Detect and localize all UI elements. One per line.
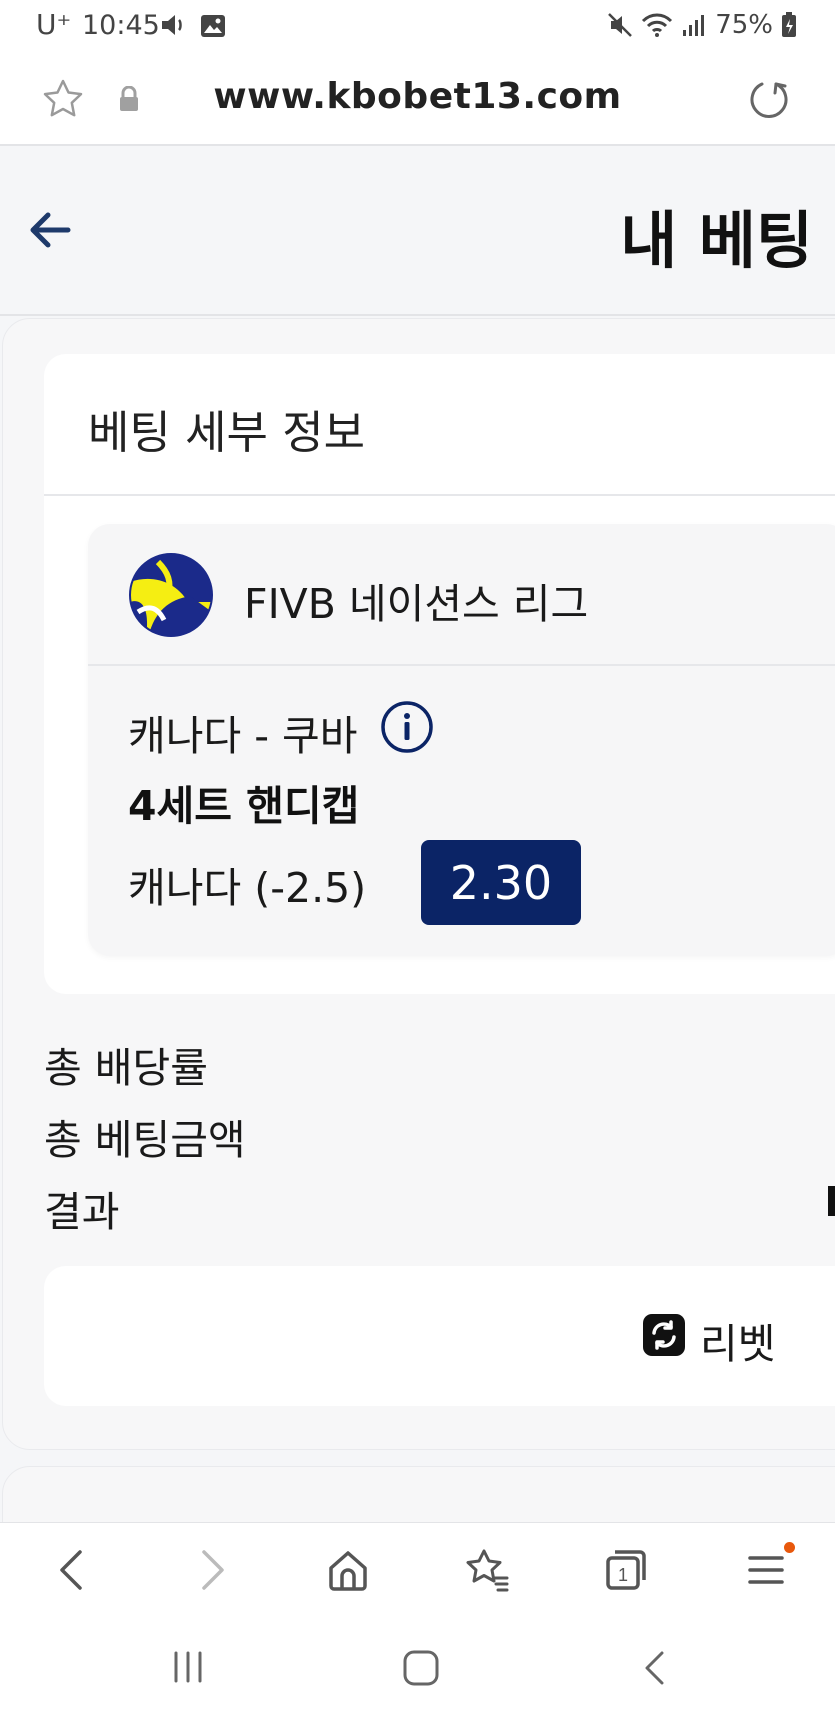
- league-name: FIVB 네이션스 리그: [244, 580, 589, 628]
- back-icon[interactable]: [52, 1548, 92, 1592]
- forward-icon[interactable]: [192, 1548, 232, 1592]
- result-label: 결과: [44, 1188, 120, 1236]
- volleyball-icon: [129, 553, 213, 637]
- system-back-icon[interactable]: [640, 1650, 670, 1686]
- wifi-icon: [642, 13, 673, 37]
- tabs-icon[interactable]: 1: [604, 1548, 648, 1592]
- home-icon[interactable]: [326, 1548, 370, 1592]
- signal-icon: [683, 15, 705, 36]
- info-icon[interactable]: [380, 700, 434, 754]
- rebet-icon[interactable]: [642, 1313, 686, 1357]
- status-right: 75%: [607, 10, 797, 40]
- carrier-label: U⁺: [36, 8, 72, 41]
- total-stake-label: 총 베팅금액: [44, 1116, 246, 1164]
- home-button-icon[interactable]: [402, 1650, 440, 1686]
- svg-text:1: 1: [618, 1565, 628, 1585]
- rebet-button[interactable]: 리벳: [700, 1310, 775, 1370]
- divider: [44, 494, 835, 496]
- battery-icon: [782, 12, 796, 37]
- odds-badge: 2.30: [421, 840, 581, 925]
- reload-icon[interactable]: [748, 78, 792, 122]
- result-value-cutoff: [828, 1186, 835, 1216]
- status-time: 10:45: [82, 10, 160, 41]
- bookmarks-icon[interactable]: [464, 1548, 510, 1592]
- market-name: 4세트 핸디캡: [128, 782, 360, 830]
- divider: [88, 664, 835, 666]
- battery-percent: 75%: [715, 10, 773, 40]
- notification-dot: [784, 1542, 795, 1553]
- page-title: 내 베팅: [620, 204, 813, 277]
- recent-apps-icon[interactable]: [170, 1650, 206, 1684]
- menu-icon[interactable]: [746, 1548, 786, 1592]
- match-name: 캐나다 - 쿠바: [128, 712, 358, 760]
- bet-details-title: 베팅 세부 정보: [88, 406, 366, 459]
- selection-name: 캐나다 (-2.5): [128, 864, 367, 912]
- browser-toolbar: [0, 1522, 835, 1623]
- url-text[interactable]: www.kbobet13.com: [0, 76, 835, 117]
- gallery-icon: [201, 15, 225, 37]
- volume-icon: [162, 15, 182, 35]
- mute-icon: [608, 13, 633, 37]
- back-arrow-icon[interactable]: [26, 206, 74, 254]
- total-odds-label: 총 배당률: [44, 1044, 208, 1092]
